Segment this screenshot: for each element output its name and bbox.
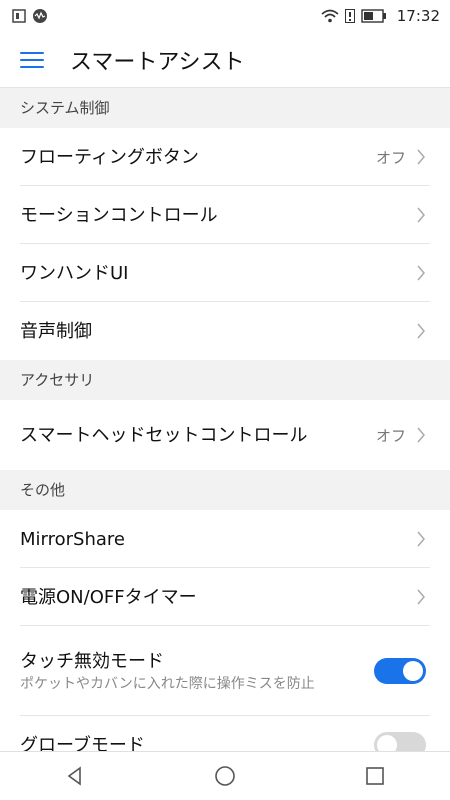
row-smart-headset-control[interactable]: スマートヘッドセットコントロール オフ [0,400,450,470]
row-value: オフ [375,148,406,167]
chevron-right-icon [417,323,425,339]
back-triangle-icon [67,766,81,786]
row-floating-button[interactable]: フローティングボタン オフ [0,128,450,186]
row-title: モーションコントロール [20,204,218,226]
navigation-bar [0,751,450,800]
row-one-hand-ui[interactable]: ワンハンドUI [0,244,450,302]
chevron-right-icon [417,207,425,223]
clock: 17:32 [396,7,440,25]
home-circle-icon [215,766,235,786]
row-touch-disable-mode[interactable]: タッチ無効モード ポケットやカバンに入れた際に操作ミスを防止 [0,626,450,716]
chevron-right-icon [417,531,425,547]
status-right: 17:32 [321,7,440,25]
page-title: スマートアシスト [70,49,245,75]
chevron-right-icon [417,427,425,443]
row-motion-control[interactable]: モーションコントロール [0,186,450,244]
chevron-right-icon [417,265,425,281]
row-title: 音声制御 [20,320,92,342]
row-subtitle: ポケットやカバンに入れた際に操作ミスを防止 [20,675,315,692]
list-system-control: フローティングボタン オフ モーションコントロール ワンハンドUI 音声制御 [0,128,450,360]
voicemail-icon [33,9,47,23]
wifi-icon [321,9,339,23]
app-bar: スマートアシスト [0,32,450,88]
row-title: MirrorShare [20,528,125,550]
menu-icon[interactable] [20,44,52,76]
row-title: タッチ無効モード [20,650,164,672]
section-header-other: その他 [0,470,450,510]
section-header-system-control: システム制御 [0,88,450,128]
section-header-accessories: アクセサリ [0,360,450,400]
touch-disable-toggle[interactable] [374,658,426,684]
recents-button[interactable] [345,756,405,796]
chevron-right-icon [417,149,425,165]
row-title: フローティングボタン [20,146,199,168]
row-power-timer[interactable]: 電源ON/OFFタイマー [0,568,450,626]
row-mirrorshare[interactable]: MirrorShare [0,510,450,568]
chevron-right-icon [417,589,425,605]
list-other: MirrorShare 電源ON/OFFタイマー タッチ無効モード ポケットやカ… [0,510,450,774]
row-value: オフ [375,426,406,445]
sim-card-icon [12,9,26,23]
alert-icon [344,9,355,23]
battery-icon [361,9,386,23]
status-bar: 17:32 [0,0,450,32]
row-title: ワンハンドUI [20,262,129,284]
back-button[interactable] [45,756,105,796]
row-voice-control[interactable]: 音声制御 [0,302,450,360]
list-accessories: スマートヘッドセットコントロール オフ [0,400,450,470]
row-title: 電源ON/OFFタイマー [20,586,197,608]
status-left [12,8,48,24]
home-button[interactable] [195,756,255,796]
recents-square-icon [366,767,384,785]
row-title: スマートヘッドセットコントロール [20,424,308,446]
